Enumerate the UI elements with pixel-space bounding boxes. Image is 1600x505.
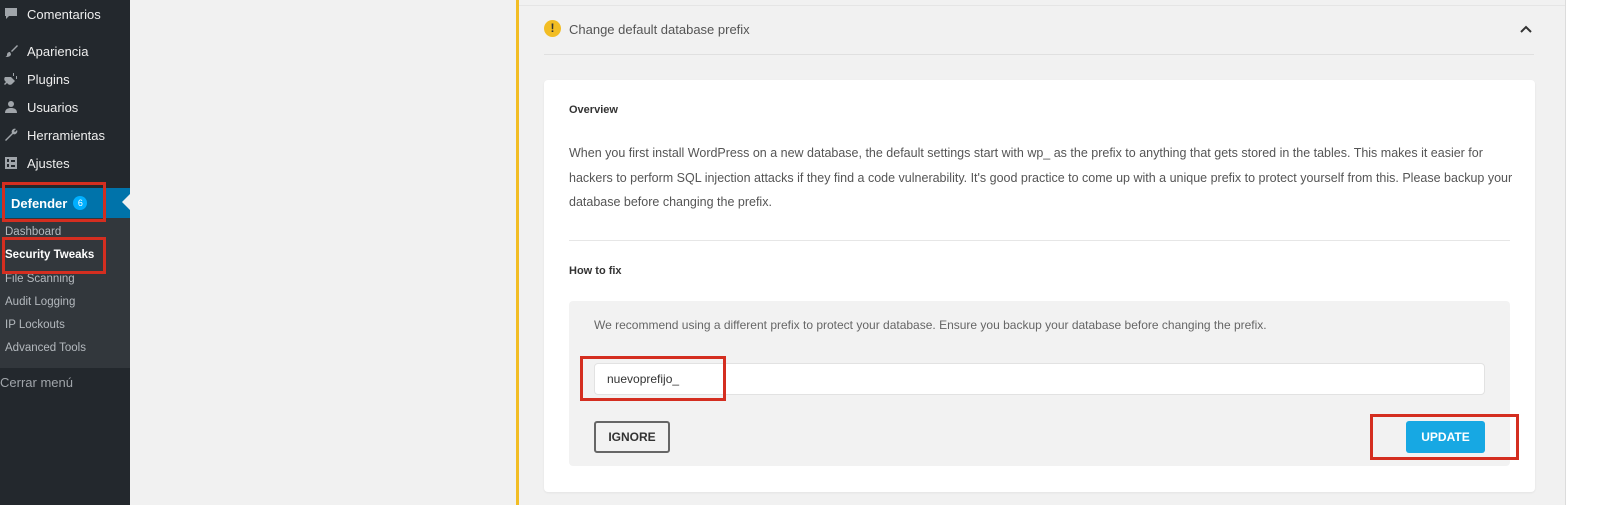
- sidebar-item-label: Apariencia: [27, 43, 89, 59]
- content-left-panel: [130, 0, 518, 335]
- sidebar-item-plugins[interactable]: Plugins: [0, 65, 130, 93]
- settings-icon: [4, 156, 18, 170]
- sidebar-item-usuarios[interactable]: Usuarios: [0, 93, 130, 121]
- submenu-item-file-scanning[interactable]: File Scanning: [5, 273, 75, 285]
- plug-icon: [4, 72, 18, 86]
- sidebar-item-herramientas[interactable]: Herramientas: [0, 121, 130, 149]
- warning-accent-line: [516, 0, 519, 505]
- update-count-badge: 6: [73, 196, 88, 210]
- db-prefix-input[interactable]: [594, 363, 1485, 395]
- header-divider: [544, 54, 1534, 55]
- submenu-item-security-tweaks[interactable]: Security Tweaks: [5, 249, 94, 261]
- collapse-menu-button[interactable]: Cerrar menú: [0, 368, 130, 400]
- sidebar-item-label: Usuarios: [27, 99, 79, 115]
- submenu-item-audit-logging[interactable]: Audit Logging: [5, 296, 75, 308]
- overview-text: When you first install WordPress on a ne…: [569, 146, 1513, 209]
- user-icon: [4, 100, 18, 114]
- sidebar-item-label: Ajustes: [27, 155, 70, 171]
- sidebar-item-label: Defender: [11, 195, 68, 211]
- submenu-item-ip-lockouts[interactable]: IP Lockouts: [5, 319, 65, 331]
- collapse-menu-label: Cerrar menú: [0, 374, 73, 390]
- update-button[interactable]: UPDATE: [1406, 421, 1485, 453]
- paint-brush-icon: [4, 44, 18, 58]
- chevron-up-icon[interactable]: [1519, 24, 1533, 34]
- defender-submenu: Dashboard Security Tweaks File Scanning …: [0, 218, 130, 368]
- section-divider: [569, 240, 1510, 241]
- sidebar-item-label: Comentarios: [27, 6, 101, 22]
- sidebar-item-comentarios[interactable]: Comentarios: [0, 0, 130, 28]
- admin-sidebar: Comentarios Apariencia Plugins Usuarios …: [0, 0, 130, 505]
- tweak-title: Change default database prefix: [569, 22, 750, 37]
- wrench-icon: [4, 128, 18, 142]
- ignore-button[interactable]: IGNORE: [594, 421, 670, 453]
- active-menu-arrow: [122, 194, 130, 210]
- how-to-fix-text: We recommend using a different prefix to…: [594, 318, 1267, 332]
- sidebar-item-label: Herramientas: [27, 127, 106, 143]
- sidebar-item-ajustes[interactable]: Ajustes: [0, 149, 130, 177]
- submenu-item-dashboard[interactable]: Dashboard: [5, 226, 61, 238]
- overview-heading: Overview: [569, 104, 618, 116]
- warning-icon: !: [544, 20, 561, 37]
- how-to-fix-heading: How to fix: [569, 265, 622, 277]
- sidebar-item-apariencia[interactable]: Apariencia: [0, 37, 130, 65]
- sidebar-item-label: Plugins: [27, 71, 70, 87]
- sidebar-item-defender[interactable]: Defender 6: [0, 188, 130, 220]
- page-right-gutter: [1566, 0, 1600, 505]
- comment-icon: [4, 7, 18, 21]
- submenu-item-advanced-tools[interactable]: Advanced Tools: [5, 342, 86, 354]
